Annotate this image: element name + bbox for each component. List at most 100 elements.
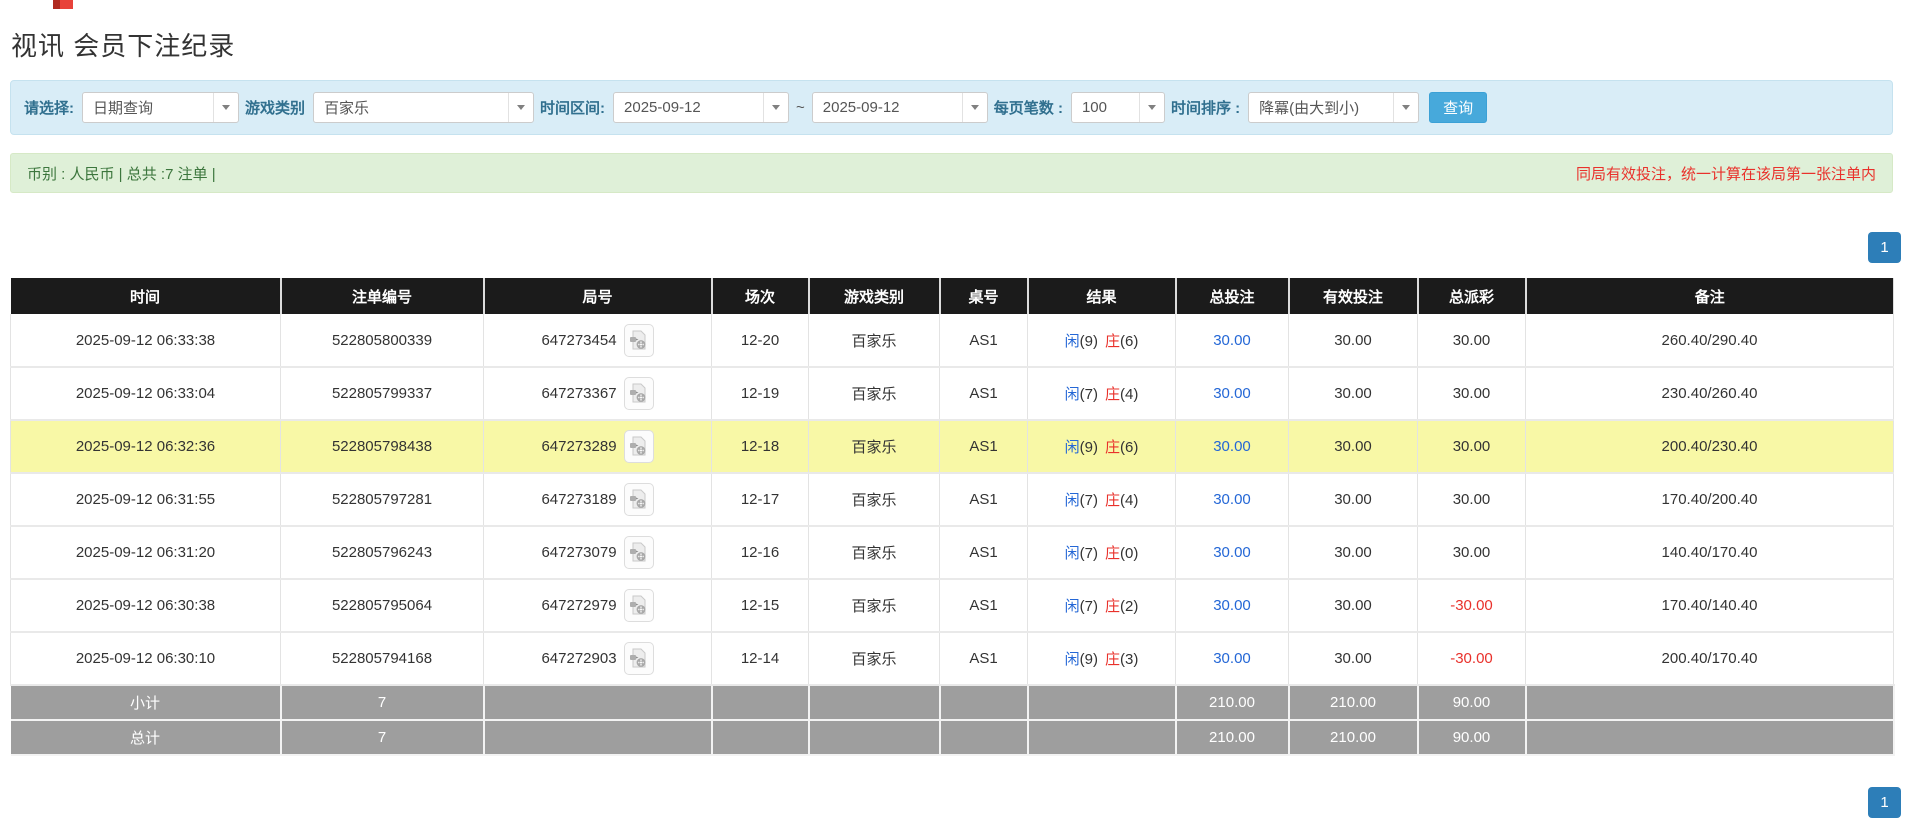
table-row: 2025-09-12 06:31:20 522805796243 6472730… xyxy=(11,526,1894,579)
cell-game-type: 百家乐 xyxy=(809,420,940,473)
cell-table-no: AS1 xyxy=(940,579,1028,632)
video-replay-button[interactable] xyxy=(624,430,654,463)
game-type-select[interactable]: 百家乐 xyxy=(313,92,534,123)
date-to-value: 2025-09-12 xyxy=(813,99,910,116)
total-bet-link[interactable]: 30.00 xyxy=(1213,385,1251,402)
result-player: 闲 xyxy=(1065,598,1080,615)
cell-session: 12-15 xyxy=(712,579,809,632)
cell-result: 闲(7)庄(2) xyxy=(1028,579,1176,632)
query-type-select[interactable]: 日期查询 xyxy=(82,92,239,123)
cell-bet-no: 522805799337 xyxy=(281,367,484,420)
total-bet-link[interactable]: 30.00 xyxy=(1213,650,1251,667)
time-range-label: 时间区间: xyxy=(540,97,605,118)
total-bet-link[interactable]: 30.00 xyxy=(1213,438,1251,455)
red-flag-icon xyxy=(53,0,73,9)
cell-time: 2025-09-12 06:30:38 xyxy=(11,579,281,632)
page-1-button[interactable]: 1 xyxy=(1868,232,1901,263)
chevron-down-icon xyxy=(1139,93,1164,122)
total-payout: 90.00 xyxy=(1418,720,1526,755)
range-tilde: ~ xyxy=(796,99,805,116)
table-body: 2025-09-12 06:33:38 522805800339 6472734… xyxy=(11,314,1894,685)
video-replay-button[interactable] xyxy=(624,536,654,569)
cell-total-bet: 30.00 xyxy=(1176,314,1289,367)
chevron-down-icon xyxy=(213,93,238,122)
cell-bet-no: 522805796243 xyxy=(281,526,484,579)
cell-payout: 30.00 xyxy=(1418,367,1526,420)
cell-session: 12-20 xyxy=(712,314,809,367)
cell-round-no: 647273454 xyxy=(484,314,712,367)
video-replay-button[interactable] xyxy=(624,324,654,357)
result-player: 闲 xyxy=(1065,545,1080,562)
time-sort-value: 降冪(由大到小) xyxy=(1249,97,1369,118)
cell-table-no: AS1 xyxy=(940,420,1028,473)
total-bet-link[interactable]: 30.00 xyxy=(1213,332,1251,349)
result-banker-points: (2) xyxy=(1120,598,1138,615)
date-to-select[interactable]: 2025-09-12 xyxy=(812,92,988,123)
pagination-bottom: 1 xyxy=(1868,787,1901,818)
cell-game-type: 百家乐 xyxy=(809,579,940,632)
header-remark: 备注 xyxy=(1526,278,1894,314)
time-sort-select[interactable]: 降冪(由大到小) xyxy=(1248,92,1419,123)
cell-total-bet: 30.00 xyxy=(1176,632,1289,685)
result-player-points: (7) xyxy=(1080,598,1098,615)
cell-bet-no: 522805795064 xyxy=(281,579,484,632)
total-count: 7 xyxy=(281,720,484,755)
round-no-text: 647273289 xyxy=(541,438,616,455)
table-row: 2025-09-12 06:31:55 522805797281 6472731… xyxy=(11,473,1894,526)
per-page-value: 100 xyxy=(1072,99,1117,116)
total-bet-link[interactable]: 30.00 xyxy=(1213,597,1251,614)
video-replay-button[interactable] xyxy=(624,483,654,516)
cell-valid-bet: 30.00 xyxy=(1289,632,1418,685)
round-no-text: 647273367 xyxy=(541,385,616,402)
cell-table-no: AS1 xyxy=(940,314,1028,367)
total-bet-link[interactable]: 30.00 xyxy=(1213,491,1251,508)
total-valid-bet: 210.00 xyxy=(1289,720,1418,755)
video-icon xyxy=(629,595,648,616)
subtotal-row: 小计 7 210.00 210.00 90.00 xyxy=(11,685,1894,720)
result-banker: 庄 xyxy=(1105,492,1120,509)
round-no-text: 647273189 xyxy=(541,491,616,508)
time-sort-label: 时间排序 : xyxy=(1171,97,1240,118)
cell-valid-bet: 30.00 xyxy=(1289,526,1418,579)
cell-table-no: AS1 xyxy=(940,367,1028,420)
cell-payout: -30.00 xyxy=(1418,579,1526,632)
video-replay-button[interactable] xyxy=(624,589,654,622)
result-banker-points: (4) xyxy=(1120,386,1138,403)
filter-bar: 请选择: 日期查询 游戏类别 百家乐 时间区间: 2025-09-12 ~ 20… xyxy=(10,80,1893,135)
currency-total-text: 币别 : 人民币 | 总共 :7 注单 | xyxy=(27,163,216,184)
result-player-points: (9) xyxy=(1080,333,1098,350)
video-icon xyxy=(629,436,648,457)
per-page-select[interactable]: 100 xyxy=(1071,92,1165,123)
cell-valid-bet: 30.00 xyxy=(1289,579,1418,632)
table-summary: 小计 7 210.00 210.00 90.00 总计 7 210.00 210… xyxy=(11,685,1894,755)
result-banker: 庄 xyxy=(1105,545,1120,562)
cell-session: 12-19 xyxy=(712,367,809,420)
game-type-label: 游戏类别 xyxy=(245,97,305,118)
result-banker: 庄 xyxy=(1105,386,1120,403)
cell-valid-bet: 30.00 xyxy=(1289,367,1418,420)
date-from-value: 2025-09-12 xyxy=(614,99,711,116)
table-row: 2025-09-12 06:33:38 522805800339 6472734… xyxy=(11,314,1894,367)
video-replay-button[interactable] xyxy=(624,642,654,675)
search-button[interactable]: 查询 xyxy=(1429,92,1487,123)
page-1-button[interactable]: 1 xyxy=(1868,787,1901,818)
date-from-select[interactable]: 2025-09-12 xyxy=(613,92,789,123)
header-session: 场次 xyxy=(712,278,809,314)
cell-remark: 170.40/200.40 xyxy=(1526,473,1894,526)
subtotal-total-bet: 210.00 xyxy=(1176,685,1289,720)
total-label: 总计 xyxy=(11,720,281,755)
header-bet-no: 注单编号 xyxy=(281,278,484,314)
cell-game-type: 百家乐 xyxy=(809,473,940,526)
result-banker: 庄 xyxy=(1105,333,1120,350)
video-icon xyxy=(629,489,648,510)
cell-bet-no: 522805798438 xyxy=(281,420,484,473)
cell-time: 2025-09-12 06:31:20 xyxy=(11,526,281,579)
pagination-top: 1 xyxy=(1868,232,1901,263)
cell-round-no: 647272903 xyxy=(484,632,712,685)
valid-bet-notice: 同局有效投注，统一计算在该局第一张注单内 xyxy=(1576,163,1876,184)
cell-valid-bet: 30.00 xyxy=(1289,314,1418,367)
total-bet-link[interactable]: 30.00 xyxy=(1213,544,1251,561)
result-player: 闲 xyxy=(1065,492,1080,509)
video-replay-button[interactable] xyxy=(624,377,654,410)
result-player-points: (9) xyxy=(1080,651,1098,668)
